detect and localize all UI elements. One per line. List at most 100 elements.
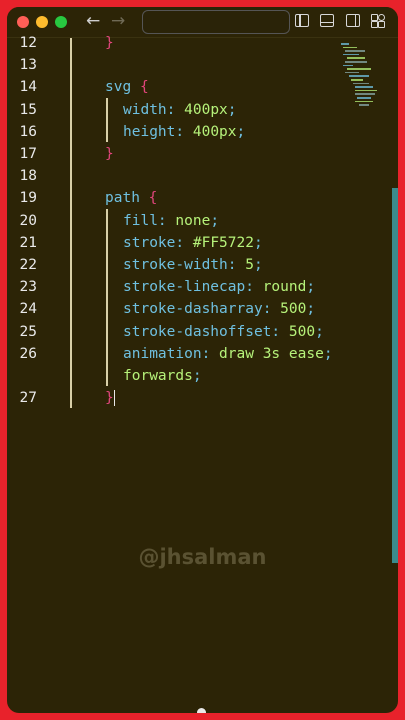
minimap[interactable] xyxy=(341,43,377,113)
css-property: width xyxy=(123,101,167,118)
code-editor[interactable]: @jhsalman 12} 13 14 svg {15 width: 400px; 16 h… xyxy=(7,35,398,713)
text-cursor xyxy=(113,390,116,407)
minimap-line xyxy=(345,50,365,52)
code-text: fill: none; xyxy=(123,210,219,232)
sidebar-left-icon[interactable] xyxy=(295,14,309,27)
css-property: stroke-dasharray xyxy=(123,301,263,318)
colon: : xyxy=(175,123,193,140)
open-brace: { xyxy=(148,190,158,207)
minimap-line xyxy=(343,46,357,49)
zoom-button[interactable] xyxy=(55,16,67,28)
layout-grid-icon[interactable] xyxy=(371,14,385,28)
line-number: 14 xyxy=(19,79,37,96)
css-property: fill xyxy=(123,212,158,229)
close-brace: } xyxy=(105,390,114,407)
line-number: 26 xyxy=(19,345,37,362)
css-value: none xyxy=(175,212,211,229)
code-text: path { xyxy=(105,187,157,209)
forward-arrow-icon[interactable]: → xyxy=(111,11,125,31)
css-value: round xyxy=(262,279,307,296)
css-property: height xyxy=(123,123,176,140)
colon: : xyxy=(166,101,185,118)
close-brace: } xyxy=(105,146,114,162)
css-value: draw 3s ease xyxy=(219,345,324,362)
code-text: } xyxy=(105,387,116,409)
code-text: stroke-dasharray: 500; xyxy=(123,298,315,320)
line-number: 20 xyxy=(19,212,37,229)
code-line: 17} xyxy=(7,143,337,165)
minimap-line xyxy=(347,57,365,59)
minimize-button[interactable] xyxy=(36,16,48,28)
css-value: 500 xyxy=(288,323,316,340)
line-number: 25 xyxy=(19,323,37,340)
home-indicator xyxy=(197,708,206,713)
line-number: 15 xyxy=(19,101,37,118)
css-value: #FF5722 xyxy=(192,234,254,251)
code-line: 27} xyxy=(7,387,337,409)
panel-bottom-icon[interactable] xyxy=(320,14,334,27)
code-text: stroke-linecap: round; xyxy=(123,276,315,298)
semicolon: ; xyxy=(253,234,263,251)
close-button[interactable] xyxy=(17,16,29,28)
css-property: stroke-linecap xyxy=(123,279,246,296)
minimap-line xyxy=(347,68,371,70)
css-property: stroke-dashoffset xyxy=(123,323,272,340)
semicolon: ; xyxy=(236,123,246,140)
code-text: forwards; xyxy=(123,365,202,387)
code-text: stroke: #FF5722; xyxy=(123,232,263,254)
code-line: forwards; xyxy=(7,365,337,387)
code-line: 14 svg { xyxy=(7,76,337,98)
line-number: 16 xyxy=(19,123,37,140)
code-line: 19 path { xyxy=(7,187,337,209)
code-line: 26 animation: draw 3s ease; xyxy=(7,343,337,365)
address-bar[interactable] xyxy=(142,10,290,34)
css-property: stroke-width xyxy=(123,257,228,273)
minimap-line xyxy=(345,61,367,63)
minimap-line xyxy=(349,75,369,77)
css-value: 500 xyxy=(280,301,307,318)
code-text: stroke-width: 5; xyxy=(123,254,263,276)
back-arrow-icon[interactable]: ← xyxy=(86,11,100,31)
semicolon: ; xyxy=(306,279,316,296)
line-number: 24 xyxy=(19,301,37,318)
semicolon: ; xyxy=(306,301,316,318)
colon: : xyxy=(271,323,289,340)
line-number: 17 xyxy=(19,146,37,162)
line-number: 22 xyxy=(19,257,37,273)
line-number: 27 xyxy=(19,390,37,407)
colon: : xyxy=(157,212,176,229)
minimap-line xyxy=(353,82,369,85)
css-value: 400px xyxy=(192,123,237,140)
semicolon: ; xyxy=(227,101,237,118)
code-text: } xyxy=(105,143,114,165)
line-number: 13 xyxy=(19,57,37,74)
colon: : xyxy=(201,345,220,362)
semicolon: ; xyxy=(315,323,324,340)
minimap-line xyxy=(345,71,359,74)
minimap-line xyxy=(355,93,375,95)
colon: : xyxy=(227,257,246,273)
semicolon: ; xyxy=(210,212,220,229)
scrollbar[interactable] xyxy=(392,188,398,563)
semicolon: ; xyxy=(253,257,263,273)
open-brace: { xyxy=(139,79,149,96)
line-number: 18 xyxy=(19,168,37,185)
line-number: 19 xyxy=(19,190,37,207)
semicolon: ; xyxy=(192,368,202,384)
code-line: 18 xyxy=(7,165,337,187)
code-text: } xyxy=(105,32,114,54)
css-property: stroke xyxy=(123,234,176,251)
code-line: 16 height: 400px; xyxy=(7,121,337,143)
editor-window: ← → @jhsalman 12} 13 14 svg {15 width: 400px… xyxy=(7,7,398,713)
code-line: 15 width: 400px; xyxy=(7,99,337,121)
minimap-line xyxy=(355,100,373,103)
code-line: 13 xyxy=(7,54,337,76)
sidebar-right-icon[interactable] xyxy=(346,14,360,27)
watermark: @jhsalman xyxy=(138,545,267,569)
semicolon: ; xyxy=(323,345,333,362)
css-property: animation xyxy=(123,345,202,362)
css-selector: svg xyxy=(105,79,132,96)
code-text: width: 400px; xyxy=(123,99,237,121)
colon: : xyxy=(245,279,263,296)
css-selector: path xyxy=(105,190,140,207)
